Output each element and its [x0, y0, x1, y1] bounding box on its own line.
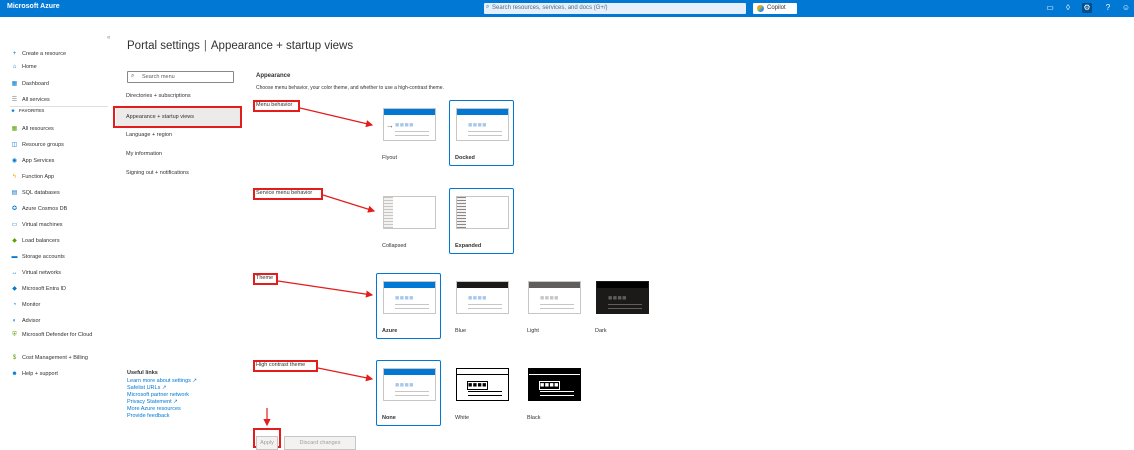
annotation-arrows — [263, 107, 376, 427]
arrow-to-high-contrast — [317, 367, 374, 382]
arrow-to-theme — [277, 280, 374, 298]
arrow-to-service-menu — [322, 194, 376, 213]
arrow-to-menu-behavior — [299, 107, 374, 128]
